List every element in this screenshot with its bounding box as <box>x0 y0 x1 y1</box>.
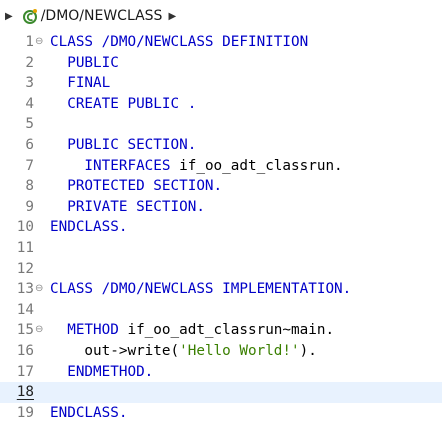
code-token: PUBLIC <box>50 54 119 71</box>
code-token: out->write( <box>50 342 180 359</box>
code-text: ENDMETHOD. <box>50 362 153 383</box>
breadcrumb-class-path[interactable]: /DMO/NEWCLASS <box>41 8 163 24</box>
line-number: 3 <box>0 73 38 94</box>
code-editor[interactable]: 1 ⊖ CLASS /DMO/NEWCLASS DEFINITION 2 PUBLIC… <box>0 32 442 446</box>
line-number: 7 <box>0 156 38 177</box>
line-number-text: 19 <box>16 404 34 421</box>
code-token: if_oo_adt_classrun~main. <box>127 322 335 339</box>
code-text: PROTECTED SECTION. <box>50 176 222 197</box>
code-token: ENDMETHOD. <box>50 363 154 380</box>
code-text: PUBLIC <box>50 53 119 74</box>
code-line[interactable]: 2 PUBLIC <box>0 53 442 74</box>
code-line[interactable]: 11 <box>0 238 442 259</box>
code-line[interactable]: 18 <box>0 382 442 403</box>
code-line[interactable]: 6 PUBLIC SECTION. <box>0 135 442 156</box>
line-number: 14 <box>0 300 38 321</box>
line-number: 17 <box>0 362 38 383</box>
line-number: 1 <box>0 32 38 53</box>
code-token: PROTECTED SECTION. <box>50 178 223 195</box>
line-number-text: 16 <box>16 342 34 359</box>
line-number: 2 <box>0 53 38 74</box>
line-number: 6 <box>0 135 38 156</box>
fold-toggle-icon[interactable]: ⊖ <box>35 279 43 300</box>
code-text: PRIVATE SECTION. <box>50 197 205 218</box>
line-number-text: 18 <box>16 384 34 401</box>
code-text: PUBLIC SECTION. <box>50 135 196 156</box>
code-token: CLASS /DMO/NEWCLASS DEFINITION <box>50 34 309 50</box>
code-text: INTERFACES if_oo_adt_classrun. <box>50 156 343 177</box>
code-token: ). <box>299 342 317 359</box>
code-line[interactable]: 10 ENDCLASS. <box>0 217 442 238</box>
code-text: ENDCLASS. <box>50 217 127 238</box>
line-number: 4 <box>0 94 38 115</box>
line-number-text: 8 <box>25 178 34 195</box>
line-number: 9 <box>0 197 38 218</box>
line-number-text: 11 <box>16 239 34 256</box>
line-number-text: 10 <box>16 219 34 236</box>
code-text: out->write('Hello World!'). <box>50 341 317 362</box>
line-number: 13 <box>0 279 38 300</box>
line-number-text: 17 <box>16 363 34 380</box>
code-token: INTERFACES <box>50 157 180 174</box>
line-number-text: 7 <box>25 157 34 174</box>
fold-toggle-icon[interactable]: ⊖ <box>35 32 43 53</box>
code-line[interactable]: 15 ⊖ METHOD if_oo_adt_classrun~main. <box>0 320 442 341</box>
code-text: CLASS /DMO/NEWCLASS IMPLEMENTATION. <box>50 279 351 300</box>
breadcrumb: ▶ /DMO/NEWCLASS ▶ <box>0 0 442 32</box>
code-line[interactable]: 9 PRIVATE SECTION. <box>0 197 442 218</box>
code-text: FINAL <box>50 73 110 94</box>
code-token: if_oo_adt_classrun. <box>179 157 343 174</box>
line-number: 18 <box>0 382 38 403</box>
code-token: CLASS /DMO/NEWCLASS IMPLEMENTATION. <box>50 281 352 298</box>
code-token: METHOD <box>50 322 128 339</box>
line-number-text: 9 <box>25 198 34 215</box>
code-line[interactable]: 1 ⊖ CLASS /DMO/NEWCLASS DEFINITION <box>0 32 442 53</box>
code-line[interactable]: 4 CREATE PUBLIC . <box>0 94 442 115</box>
line-number: 10 <box>0 217 38 238</box>
line-number: 5 <box>0 114 38 135</box>
line-number: 12 <box>0 259 38 280</box>
code-line[interactable]: 5 <box>0 114 442 135</box>
line-number: 15 <box>0 320 38 341</box>
code-token: FINAL <box>50 75 111 92</box>
line-number: 16 <box>0 341 38 362</box>
line-number-text: 14 <box>16 301 34 318</box>
line-number: 19 <box>0 403 38 424</box>
code-text: CREATE PUBLIC . <box>50 94 196 115</box>
code-line[interactable]: 17 ENDMETHOD. <box>0 362 442 383</box>
code-text: CLASS /DMO/NEWCLASS DEFINITION <box>50 32 308 53</box>
code-line[interactable]: 7 INTERFACES if_oo_adt_classrun. <box>0 156 442 177</box>
code-text: METHOD if_oo_adt_classrun~main. <box>50 320 334 341</box>
code-line[interactable]: 16 out->write('Hello World!'). <box>0 341 442 362</box>
abap-class-icon <box>22 8 38 24</box>
expand-arrow-icon[interactable]: ▶ <box>5 11 13 22</box>
code-token: ENDCLASS. <box>50 404 128 421</box>
code-line[interactable]: 14 <box>0 300 442 321</box>
code-text: ENDCLASS. <box>50 403 127 424</box>
code-line[interactable]: 19 ENDCLASS. <box>0 403 442 424</box>
code-token: ENDCLASS. <box>50 219 128 236</box>
code-line[interactable]: 3 FINAL <box>0 73 442 94</box>
fold-toggle-icon[interactable]: ⊖ <box>35 320 43 341</box>
line-number: 11 <box>0 238 38 259</box>
code-token: PUBLIC SECTION. <box>50 136 197 153</box>
line-number-text: 5 <box>25 116 34 133</box>
line-number-text: 12 <box>16 260 34 277</box>
line-number-text: 2 <box>25 54 34 71</box>
line-number-text: 3 <box>25 75 34 92</box>
code-line[interactable]: 12 <box>0 259 442 280</box>
line-number-text: 6 <box>25 136 34 153</box>
code-token: 'Hello World!' <box>179 342 300 359</box>
code-line[interactable]: 8 PROTECTED SECTION. <box>0 176 442 197</box>
code-line[interactable]: 13 ⊖ CLASS /DMO/NEWCLASS IMPLEMENTATION. <box>0 279 442 300</box>
code-token: PRIVATE SECTION. <box>50 198 205 215</box>
line-number: 8 <box>0 176 38 197</box>
line-number-text: 4 <box>25 95 34 112</box>
code-token: CREATE PUBLIC . <box>50 95 197 112</box>
breadcrumb-next-arrow-icon[interactable]: ▶ <box>168 11 176 22</box>
